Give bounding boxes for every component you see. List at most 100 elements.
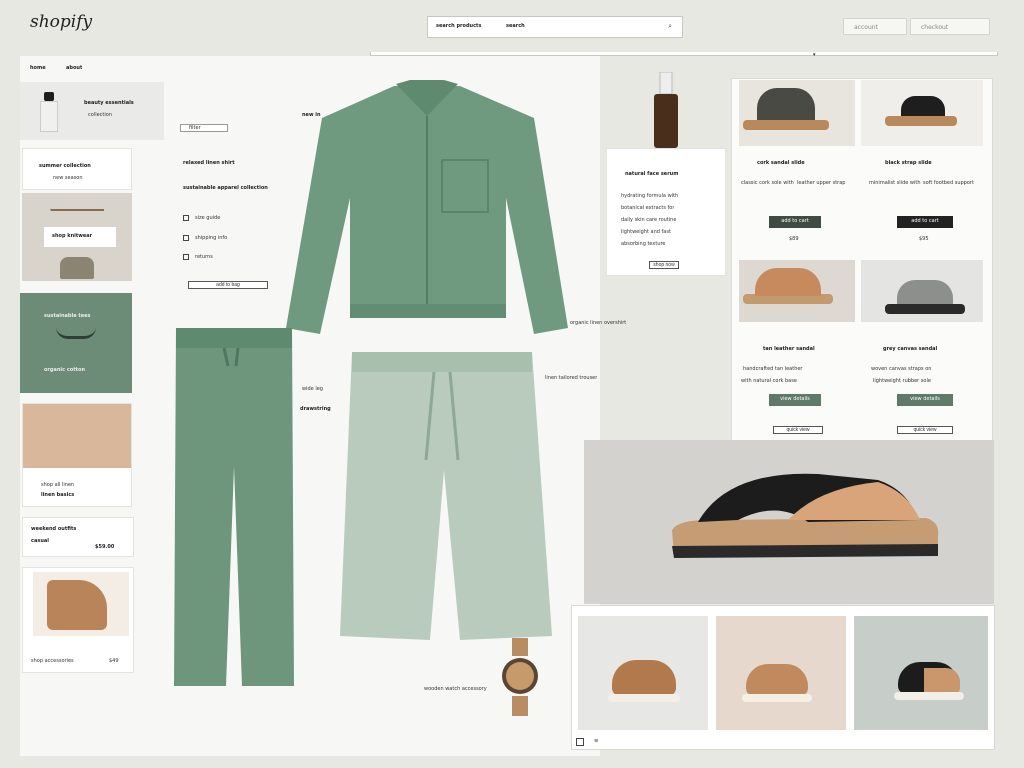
tile-label: tan slip-on (580, 720, 607, 726)
sandal-image (739, 260, 855, 322)
product-desc: minimalist slide with (869, 180, 921, 186)
knit-bag-image (33, 572, 129, 636)
serum-line: hydrating formula with (621, 193, 679, 199)
serum-line: absorbing texture (621, 241, 666, 247)
serum-title: natural face serum (625, 171, 679, 177)
nav-checkout-button[interactable]: checkout (910, 18, 990, 35)
hero-sandal-banner[interactable] (584, 440, 994, 604)
product-price: $95 (919, 236, 929, 242)
truck-icon (183, 235, 189, 241)
sidebar-item-knitwear[interactable]: shop knitwear (22, 193, 132, 281)
green-trousers-image[interactable] (172, 326, 296, 688)
shop-now-button[interactable]: shop now (649, 261, 679, 269)
add-to-bag-button[interactable]: add to bag (188, 281, 268, 289)
product-card-black-slide[interactable]: black strap slide minimalist slide with … (861, 80, 983, 248)
quick-view-label: quick view (913, 427, 937, 433)
option-size-guide[interactable]: size guide (183, 215, 263, 223)
product-title: relaxed linen shirt (183, 160, 235, 166)
quick-view-link[interactable]: quick view (897, 426, 953, 434)
sidebar-item-tees[interactable]: sustainable tees organic cotton (20, 293, 132, 393)
hero-sandal-image (672, 473, 939, 558)
serum-bottle-image (654, 72, 678, 148)
product-tile-black-mule[interactable]: black mule (854, 616, 988, 730)
sweater-image (60, 257, 94, 279)
nav-checkout-label: checkout (921, 24, 949, 31)
option-returns[interactable]: returns (183, 254, 263, 262)
option-label: size guide (195, 215, 221, 221)
product-card-grey-sandal[interactable]: grey canvas sandal woven canvas straps o… (861, 260, 983, 440)
sandal-image (861, 80, 983, 146)
product-desc: leather upper strap (797, 180, 846, 186)
product-tile-camel-clog[interactable]: camel clog (716, 616, 846, 730)
shirt-caption: organic linen overshirt (570, 320, 627, 326)
product-desc: lightweight rubber sole (873, 378, 931, 384)
view-details-button[interactable]: view details (769, 394, 821, 406)
serum-card: natural face serum hydrating formula wit… (606, 148, 726, 276)
quick-view-link[interactable]: quick view (773, 426, 823, 434)
add-to-bag-label: add to bag (216, 282, 240, 288)
tile-label: black mule (856, 720, 884, 726)
logo-text: shopify (30, 12, 93, 32)
annotation-drawstring: drawstring (300, 406, 331, 412)
bottle-image (40, 92, 58, 132)
sidebar-item-title: summer collection (39, 163, 91, 169)
sidebar-item-caption: shop all linen (41, 482, 75, 488)
shop-now-label: shop now (653, 262, 675, 268)
hanger-icon (50, 209, 104, 219)
sidebar-item-linen[interactable]: shop all linen linen basics (22, 403, 132, 507)
nav-account-label: account (854, 24, 878, 31)
light-trousers-image[interactable] (338, 350, 554, 642)
product-tile-tan-slip-on[interactable]: tan slip-on (578, 616, 708, 730)
grid-view-icon[interactable] (576, 738, 584, 746)
sidebar-item-caption: shop accessories (31, 658, 74, 664)
sidebar-item-title: beauty essentials (84, 100, 134, 106)
linen-fabric-image (23, 404, 131, 468)
sidebar-item-knit-bag[interactable]: shop accessories $49 (22, 567, 134, 673)
sidebar-item-beauty[interactable]: beauty essentials collection (20, 82, 164, 140)
serum-line: daily skin care routine (621, 217, 677, 223)
serum-line: botanical extracts for (621, 205, 675, 211)
add-to-cart-button[interactable]: add to cart (897, 216, 953, 228)
logo[interactable]: shopify (30, 12, 100, 42)
product-title: tan leather sandal (763, 346, 815, 352)
filter-label: filter (189, 125, 201, 131)
search-icon[interactable]: ⌕ (668, 23, 672, 30)
sidebar-item-weekend[interactable]: weekend outfits casual $59.00 (22, 517, 134, 557)
product-card-tan-sandal[interactable]: tan leather sandal handcrafted tan leath… (739, 260, 855, 440)
tile-label: camel clog (718, 720, 746, 726)
tab-home[interactable]: home (30, 65, 46, 72)
quick-view-label: quick view (786, 427, 810, 433)
return-icon (183, 254, 189, 260)
product-desc: with natural cork base (741, 378, 797, 384)
sidebar-item-subtitle: organic cotton (44, 367, 86, 373)
sidebar-item-summer[interactable]: summer collection new season (22, 148, 132, 190)
nav-account-button[interactable]: account (843, 18, 907, 35)
sidebar-item-subtitle: collection (88, 112, 112, 118)
product-price: $89 (789, 236, 799, 242)
annotation-wide-leg: wide leg (302, 386, 323, 392)
product-title: grey canvas sandal (883, 346, 938, 352)
list-view-icon[interactable]: ≡ (594, 738, 598, 745)
product-title: cork sandal slide (757, 160, 805, 166)
tee-neckline (56, 327, 96, 339)
knitwear-banner: shop knitwear (44, 227, 116, 247)
sidebar-item-price: $59.00 (95, 544, 115, 550)
view-details-button[interactable]: view details (897, 394, 953, 406)
sidebar-item-title: weekend outfits (31, 526, 77, 532)
product-card-cork-slide[interactable]: cork sandal slide classic cork sole with… (739, 80, 855, 248)
sidebar-item-title: sustainable tees (44, 313, 91, 319)
caret-down-icon: ▾ (813, 52, 816, 58)
search-bar[interactable]: search products search ⌕ (427, 16, 683, 38)
add-to-cart-label: add to cart (911, 218, 939, 224)
filter-chip[interactable]: filter (180, 124, 228, 132)
product-desc: soft footbed support (923, 180, 974, 186)
wooden-watch-image[interactable] (500, 638, 540, 716)
view-details-label: view details (780, 396, 810, 402)
tab-about[interactable]: about (66, 65, 82, 72)
search-input[interactable]: search products (436, 23, 481, 30)
linen-shirt-image[interactable] (284, 78, 570, 340)
search-label: search (506, 23, 525, 29)
add-to-cart-label: add to cart (781, 218, 809, 224)
add-to-cart-button[interactable]: add to cart (769, 216, 821, 228)
option-shipping[interactable]: shipping info (183, 235, 263, 243)
